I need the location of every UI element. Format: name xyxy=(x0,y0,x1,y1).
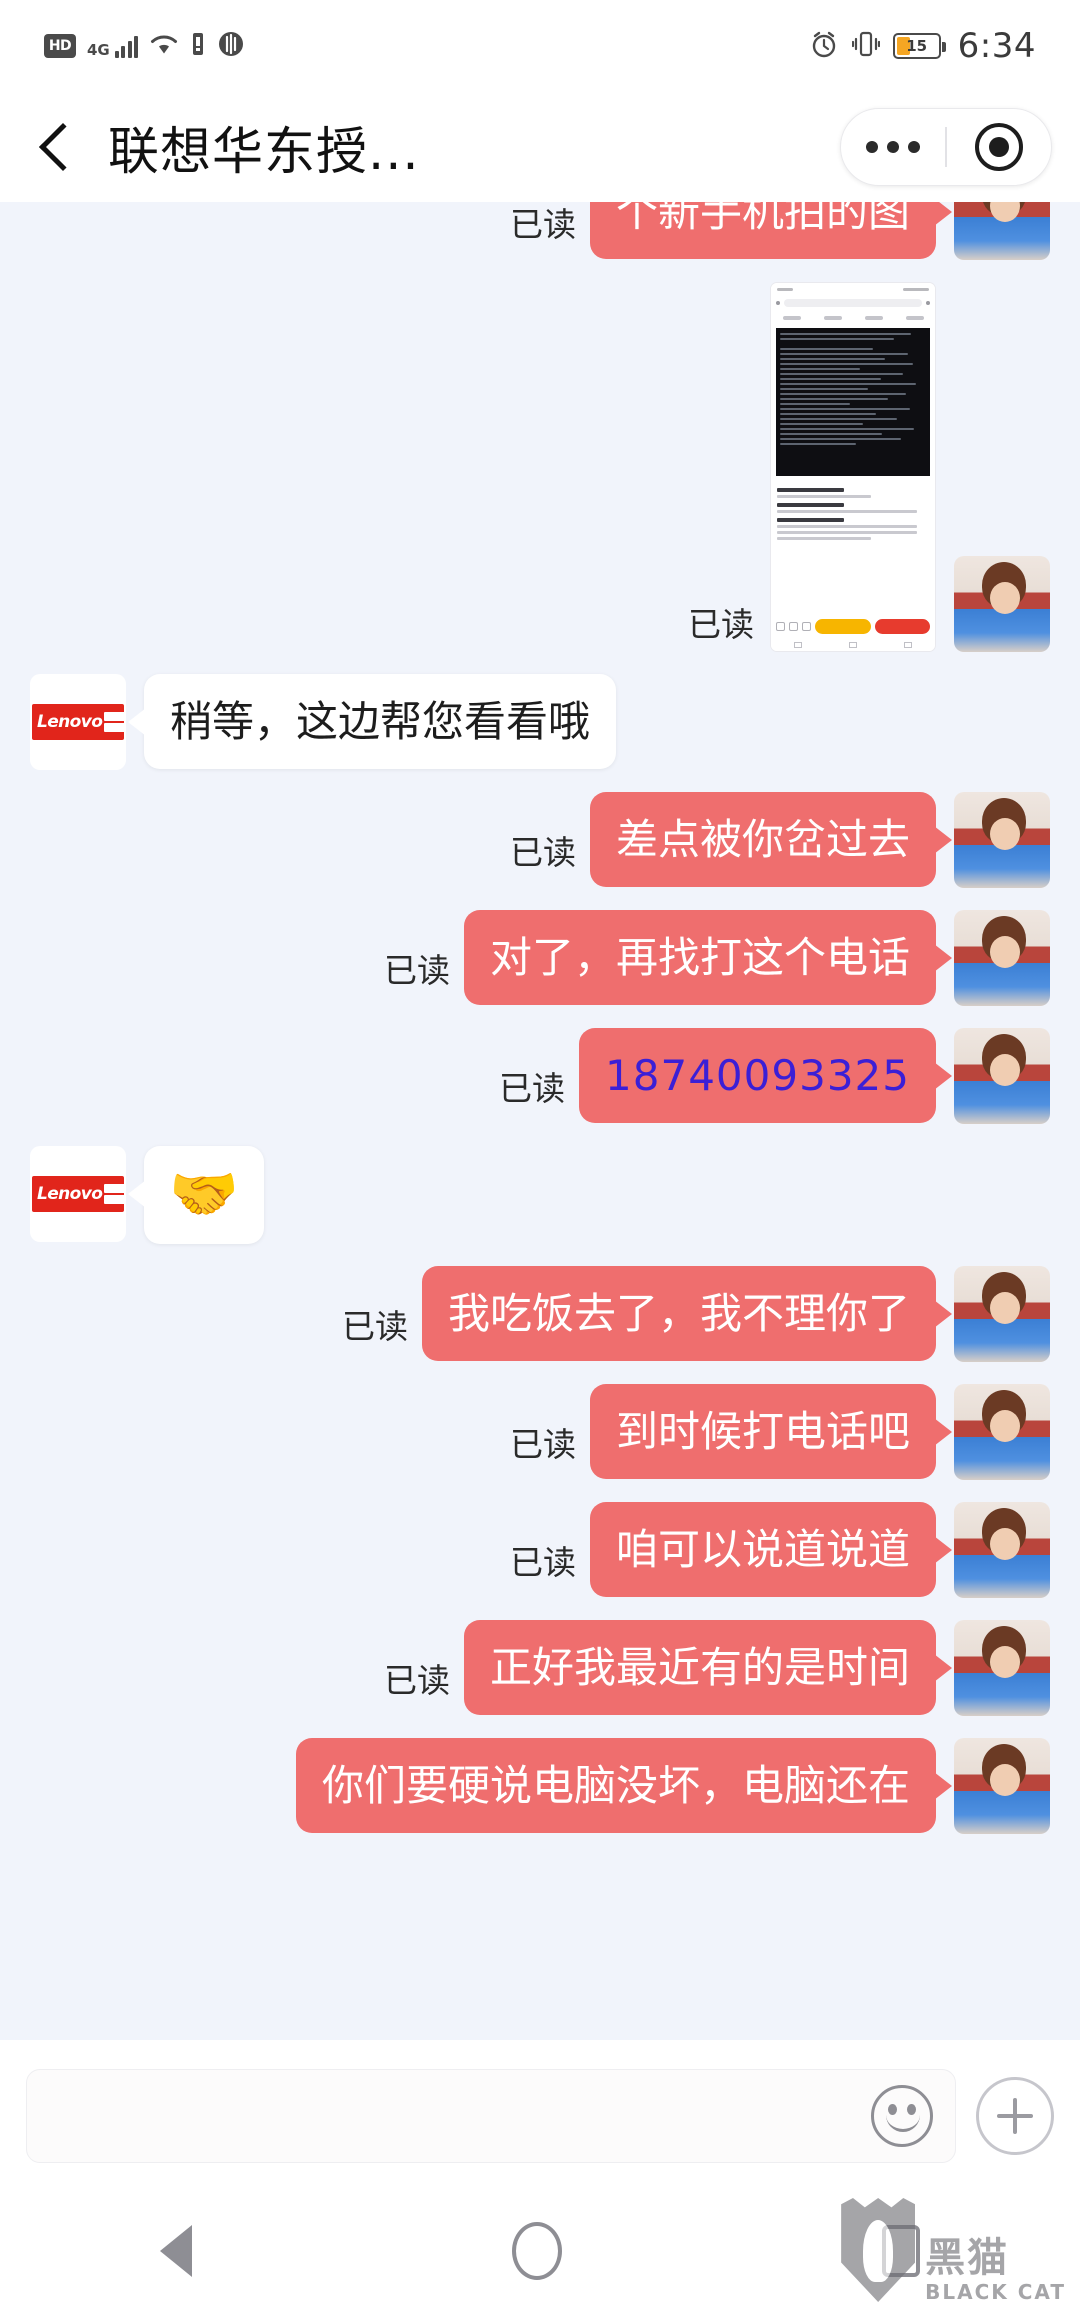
message-bubble-outgoing[interactable]: 到时候打电话吧 xyxy=(589,1384,953,1480)
battery-icon: 15 xyxy=(892,33,946,59)
vibrate-icon xyxy=(851,29,880,63)
message-bubble-outgoing[interactable]: 正好我最近有的是时间 xyxy=(463,1620,953,1716)
hd-icon: HD xyxy=(44,34,76,58)
title-bar: 联想华东授... xyxy=(0,92,1080,202)
nav-home-circle-icon[interactable] xyxy=(512,2222,562,2280)
avatar[interactable] xyxy=(954,1620,1050,1716)
more-options-icon[interactable] xyxy=(841,141,945,153)
message-row: 你们要硬说电脑没坏，电脑还在 xyxy=(0,1738,1080,1834)
avatar[interactable] xyxy=(954,792,1050,888)
message-bubble-outgoing[interactable]: 差点被你岔过去 xyxy=(589,792,953,888)
read-receipt: 已读 xyxy=(509,1543,576,1582)
alarm-clock-icon xyxy=(809,29,839,63)
read-receipt: 已读 xyxy=(383,1661,450,1700)
message-bubble-phone-number[interactable]: 18740093325 xyxy=(579,1028,952,1124)
message-row: 已读 个新手机拍的图 xyxy=(0,202,1080,260)
nav-back-triangle-icon[interactable] xyxy=(160,2225,192,2277)
back-chevron-icon[interactable] xyxy=(38,122,88,172)
screenshot-action-buttons xyxy=(771,613,935,639)
sound-wave-icon xyxy=(217,31,245,61)
read-receipt: 已读 xyxy=(509,205,576,244)
message-bubble-outgoing[interactable]: 个新手机拍的图 xyxy=(589,202,953,260)
signal-bars-icon xyxy=(114,34,139,58)
lenovo-logo-icon: Lenovo xyxy=(32,704,126,740)
message-row: 已读 对了，再找打这个电话 xyxy=(0,910,1080,1006)
read-receipt: 已读 xyxy=(688,605,754,644)
message-bubble-incoming[interactable]: 稍等，这边帮您看看哦 xyxy=(127,674,617,770)
read-receipt: 已读 xyxy=(383,951,450,990)
chat-message-list[interactable]: 已读 个新手机拍的图 已读 Lenovo 稍等，这边帮您看看哦 已读 差点被你岔… xyxy=(0,202,1080,2040)
read-receipt: 已读 xyxy=(499,1069,566,1108)
read-receipt: 已读 xyxy=(341,1307,408,1346)
read-receipt: 已读 xyxy=(509,1425,576,1464)
page-title: 联想华东授... xyxy=(108,123,420,182)
message-row: Lenovo 🤝 xyxy=(0,1146,1080,1244)
status-bar-left: HD 4G xyxy=(44,31,245,61)
message-row: 已读 差点被你岔过去 xyxy=(0,792,1080,888)
watermark-cn: 黑猫 xyxy=(925,2235,1010,2281)
status-bar: HD 4G 15 6:34 xyxy=(0,0,1080,92)
message-input-field[interactable] xyxy=(26,2069,956,2163)
miniprogram-capsule xyxy=(840,108,1052,186)
black-cat-watermark: 黑猫 BLACK CAT xyxy=(841,2198,1066,2302)
avatar[interactable]: Lenovo xyxy=(30,1146,126,1242)
message-bubble-outgoing[interactable]: 你们要硬说电脑没坏，电脑还在 xyxy=(295,1738,953,1834)
smiley-face-icon[interactable] xyxy=(871,2085,933,2147)
message-row: Lenovo 稍等，这边帮您看看哦 xyxy=(0,674,1080,770)
4g-icon: 4G xyxy=(87,41,110,59)
message-row: 已读 我吃饭去了，我不理你了 xyxy=(0,1266,1080,1362)
avatar[interactable]: Lenovo xyxy=(30,674,126,770)
avatar[interactable] xyxy=(954,202,1050,260)
message-row: 已读 xyxy=(0,282,1080,652)
message-row: 已读 咱可以说道说道 xyxy=(0,1502,1080,1598)
avatar[interactable] xyxy=(954,556,1050,652)
screenshot-android-nav xyxy=(771,639,935,651)
screenshot-statusbar xyxy=(771,283,935,295)
read-receipt: 已读 xyxy=(509,833,576,872)
screenshot-tabs xyxy=(771,311,935,325)
screenshot-navbar xyxy=(771,295,935,311)
avatar[interactable] xyxy=(954,1502,1050,1598)
message-bubble-outgoing[interactable]: 咱可以说道说道 xyxy=(589,1502,953,1598)
wifi-icon xyxy=(149,32,179,60)
avatar[interactable] xyxy=(954,910,1050,1006)
status-bar-clock: 6:34 xyxy=(957,26,1036,66)
watermark-text: 黑猫 BLACK CAT xyxy=(925,2238,1066,2302)
black-cat-shield-icon xyxy=(841,2198,916,2302)
screenshot-terminal-area xyxy=(776,328,930,476)
avatar[interactable] xyxy=(954,1028,1050,1124)
avatar[interactable] xyxy=(954,1738,1050,1834)
status-bar-right: 15 6:34 xyxy=(809,26,1036,66)
message-bubble-image[interactable] xyxy=(770,282,936,652)
plus-icon[interactable] xyxy=(976,2077,1054,2155)
avatar[interactable] xyxy=(954,1384,1050,1480)
usb-icon xyxy=(190,31,206,61)
message-bubble-outgoing[interactable]: 对了，再找打这个电话 xyxy=(463,910,953,1006)
screenshot-content xyxy=(771,479,935,613)
message-input-bar xyxy=(0,2040,1080,2192)
lenovo-logo-icon: Lenovo xyxy=(32,1176,126,1212)
watermark-en: BLACK CAT xyxy=(925,2280,1066,2304)
avatar[interactable] xyxy=(954,1266,1050,1362)
target-circle-icon[interactable] xyxy=(947,123,1051,171)
message-bubble-emoji[interactable]: 🤝 xyxy=(128,1146,264,1244)
message-bubble-outgoing[interactable]: 我吃饭去了，我不理你了 xyxy=(421,1266,953,1362)
message-row: 已读 正好我最近有的是时间 xyxy=(0,1620,1080,1716)
message-row: 已读 到时候打电话吧 xyxy=(0,1384,1080,1480)
message-row: 已读 18740093325 xyxy=(0,1028,1080,1124)
